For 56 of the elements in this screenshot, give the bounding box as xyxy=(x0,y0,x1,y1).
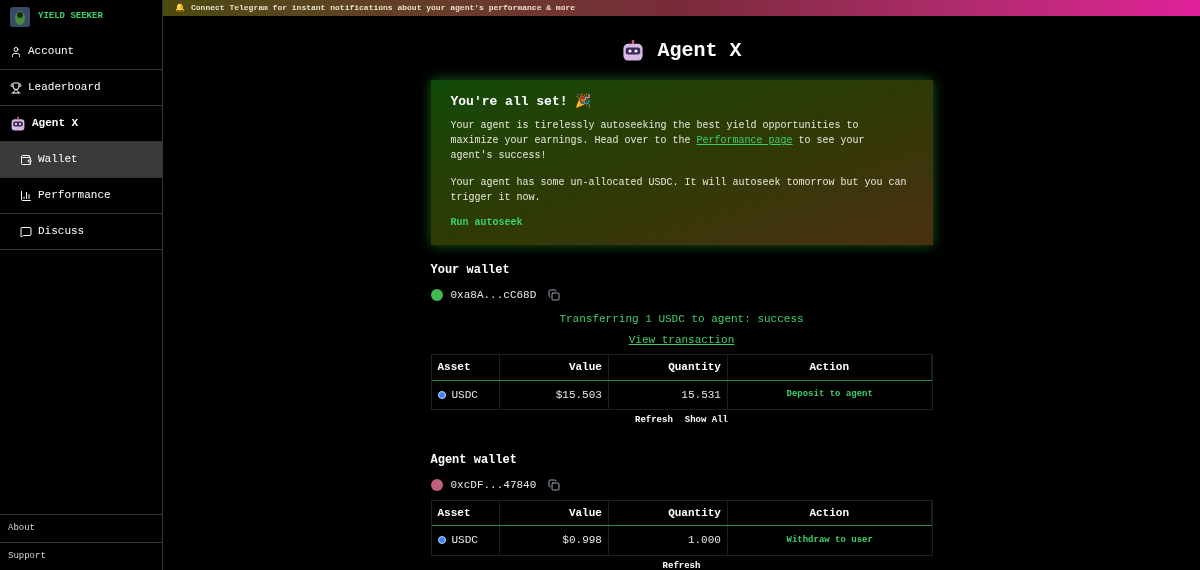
column-header: Value xyxy=(500,355,609,380)
bell-icon: 🔔 xyxy=(175,2,185,14)
wallet-address: 0xa8A...cC68D xyxy=(450,287,537,303)
coin-icon xyxy=(437,390,446,399)
wallet-address: 0xcDF...47840 xyxy=(450,478,537,493)
section-title: Your wallet xyxy=(430,261,511,279)
footer-link[interactable]: Support xyxy=(0,542,162,570)
copy-icon[interactable] xyxy=(548,288,561,301)
notice-text: Your agent is tirelessly autoseeking the best yield opportunities to maximize your earnings. Head over to the Performance page to see your agent's success! xyxy=(450,118,866,163)
action-button[interactable]: Deposit to agent xyxy=(786,388,873,402)
notice-text: Your agent has some un-allocated USDC. It will autoseek tomorrow but you can trigger it now. xyxy=(450,175,908,205)
status-message: Transferring 1 USDC to agent: success xyxy=(558,312,805,327)
sidebar-item[interactable]: Wallet xyxy=(0,142,162,178)
bar-chart-icon xyxy=(20,189,32,202)
table-button[interactable]: Show All xyxy=(684,416,728,425)
table-cell-text: USDC xyxy=(451,387,478,403)
robot-icon xyxy=(10,115,26,132)
notice-title: You're all set! 🎉 xyxy=(450,92,593,111)
page-title: Agent X xyxy=(657,38,742,64)
sidebar-item[interactable]: Discuss xyxy=(0,214,162,250)
action-button[interactable]: Withdraw to user xyxy=(786,533,873,547)
sidebar-item[interactable]: Leaderboard xyxy=(0,70,162,106)
table-cell: $15.503 xyxy=(500,380,609,409)
brand-name: YIELD SEEKER xyxy=(38,10,103,24)
robot-icon xyxy=(621,39,646,63)
avatar-icon xyxy=(430,479,443,492)
column-header: Asset xyxy=(431,500,501,525)
avatar-icon xyxy=(430,288,443,301)
trophy-icon xyxy=(10,81,22,94)
notification-banner[interactable]: 🔔 Connect Telegram for instant notifications about your agent's performance & more xyxy=(163,0,1200,16)
table-cell: $0.998 xyxy=(500,526,609,555)
table-cell-text: USDC xyxy=(451,533,478,548)
coin-icon xyxy=(437,536,446,545)
copy-icon[interactable] xyxy=(548,479,561,492)
column-header: Quantity xyxy=(608,355,728,380)
column-header: Quantity xyxy=(608,500,728,525)
performance-link[interactable]: Performance page xyxy=(696,134,793,146)
wallet-icon xyxy=(20,153,32,166)
user-icon xyxy=(10,45,22,58)
banner-text: Connect Telegram for instant notifications about your agent's performance & more xyxy=(191,2,576,14)
column-header: Asset xyxy=(431,355,501,380)
logo-icon xyxy=(10,7,30,27)
column-header: Value xyxy=(500,500,609,525)
run-autoseek-button[interactable]: Run autoseek xyxy=(450,214,523,230)
table-button[interactable]: Refresh xyxy=(635,416,673,425)
table-button[interactable]: Refresh xyxy=(662,561,701,570)
sidebar-item[interactable]: Account xyxy=(0,34,162,70)
chat-icon xyxy=(20,225,32,238)
column-header: Action xyxy=(727,500,932,525)
table-cell: 1.000 xyxy=(608,526,728,555)
sidebar-item[interactable]: Performance xyxy=(0,178,162,214)
table-cell: 15.531 xyxy=(608,380,728,409)
section-title: Agent wallet xyxy=(430,452,518,469)
column-header: Action xyxy=(727,355,932,380)
transaction-link[interactable]: View transaction xyxy=(628,331,735,348)
footer-link[interactable]: About xyxy=(0,514,162,542)
